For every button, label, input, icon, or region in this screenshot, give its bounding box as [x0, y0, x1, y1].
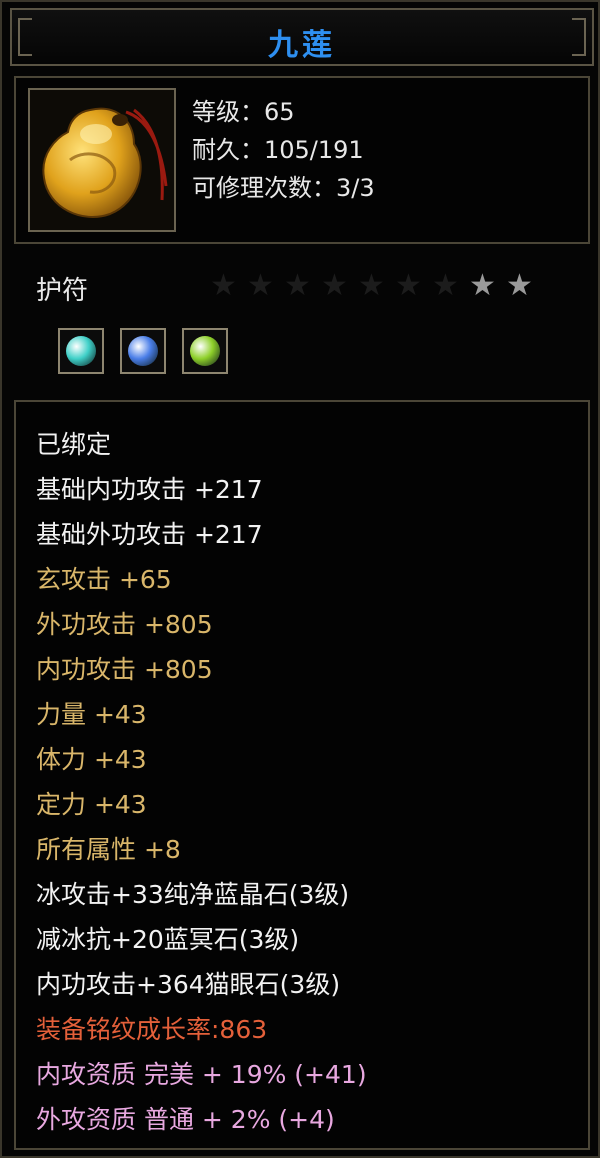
attribute-line: 已绑定 [36, 430, 112, 459]
amulet-icon [28, 88, 176, 232]
attribute-line: 定力 +43 [36, 790, 147, 819]
attribute-line: 内攻资质 完美 + 19% (+41) [36, 1060, 367, 1089]
attribute-line: 玄攻击 +65 [36, 565, 172, 594]
item-header: 等级：65 耐久：105/191 可修理次数：3/3 [14, 76, 590, 244]
star-icon: ★ [506, 268, 533, 303]
star-icon: ★ [395, 268, 422, 303]
attribute-line: 所有属性 +8 [36, 835, 181, 864]
star-icon: ★ [469, 268, 496, 303]
gem-stone [66, 336, 96, 366]
star-icon: ★ [321, 268, 348, 303]
green-gem-icon[interactable] [182, 328, 228, 374]
item-repair-count: 可修理次数：3/3 [192, 174, 375, 202]
star-icon: ★ [358, 268, 385, 303]
attribute-line: 基础内功攻击 +217 [36, 475, 263, 504]
title-ornament-right [572, 18, 586, 56]
attribute-line: 外攻资质 普通 + 2% (+4) [36, 1105, 335, 1134]
attribute-line: 内功攻击+364猫眼石(3级) [36, 970, 341, 999]
item-tooltip: 九莲 等级：65 耐久：105/191 可修理次数：3/3 护符 ★ ★ ★ ★… [0, 0, 600, 1158]
star-icon: ★ [247, 268, 274, 303]
attribute-line: 装备铭纹成长率:863 [36, 1015, 268, 1044]
gem-stone [190, 336, 220, 366]
blue-gem-icon[interactable] [120, 328, 166, 374]
star-icon: ★ [284, 268, 311, 303]
attribute-line: 冰攻击+33纯净蓝晶石(3级) [36, 880, 350, 909]
item-durability: 耐久：105/191 [192, 136, 364, 164]
item-name: 九莲 [268, 28, 336, 63]
item-level: 等级：65 [192, 98, 295, 126]
attribute-line: 内功攻击 +805 [36, 655, 213, 684]
star-icon: ★ [210, 268, 237, 303]
title-bar: 九莲 [10, 8, 594, 66]
item-type: 护符 [36, 276, 89, 306]
star-icon: ★ [432, 268, 459, 303]
attribute-line: 外功攻击 +805 [36, 610, 213, 639]
attribute-line: 基础外功攻击 +217 [36, 520, 263, 549]
attribute-line: 力量 +43 [36, 700, 147, 729]
cyan-gem-icon[interactable] [58, 328, 104, 374]
gem-stone [128, 336, 158, 366]
attribute-line: 减冰抗+20蓝冥石(3级) [36, 925, 300, 954]
attribute-line: 体力 +43 [36, 745, 147, 774]
